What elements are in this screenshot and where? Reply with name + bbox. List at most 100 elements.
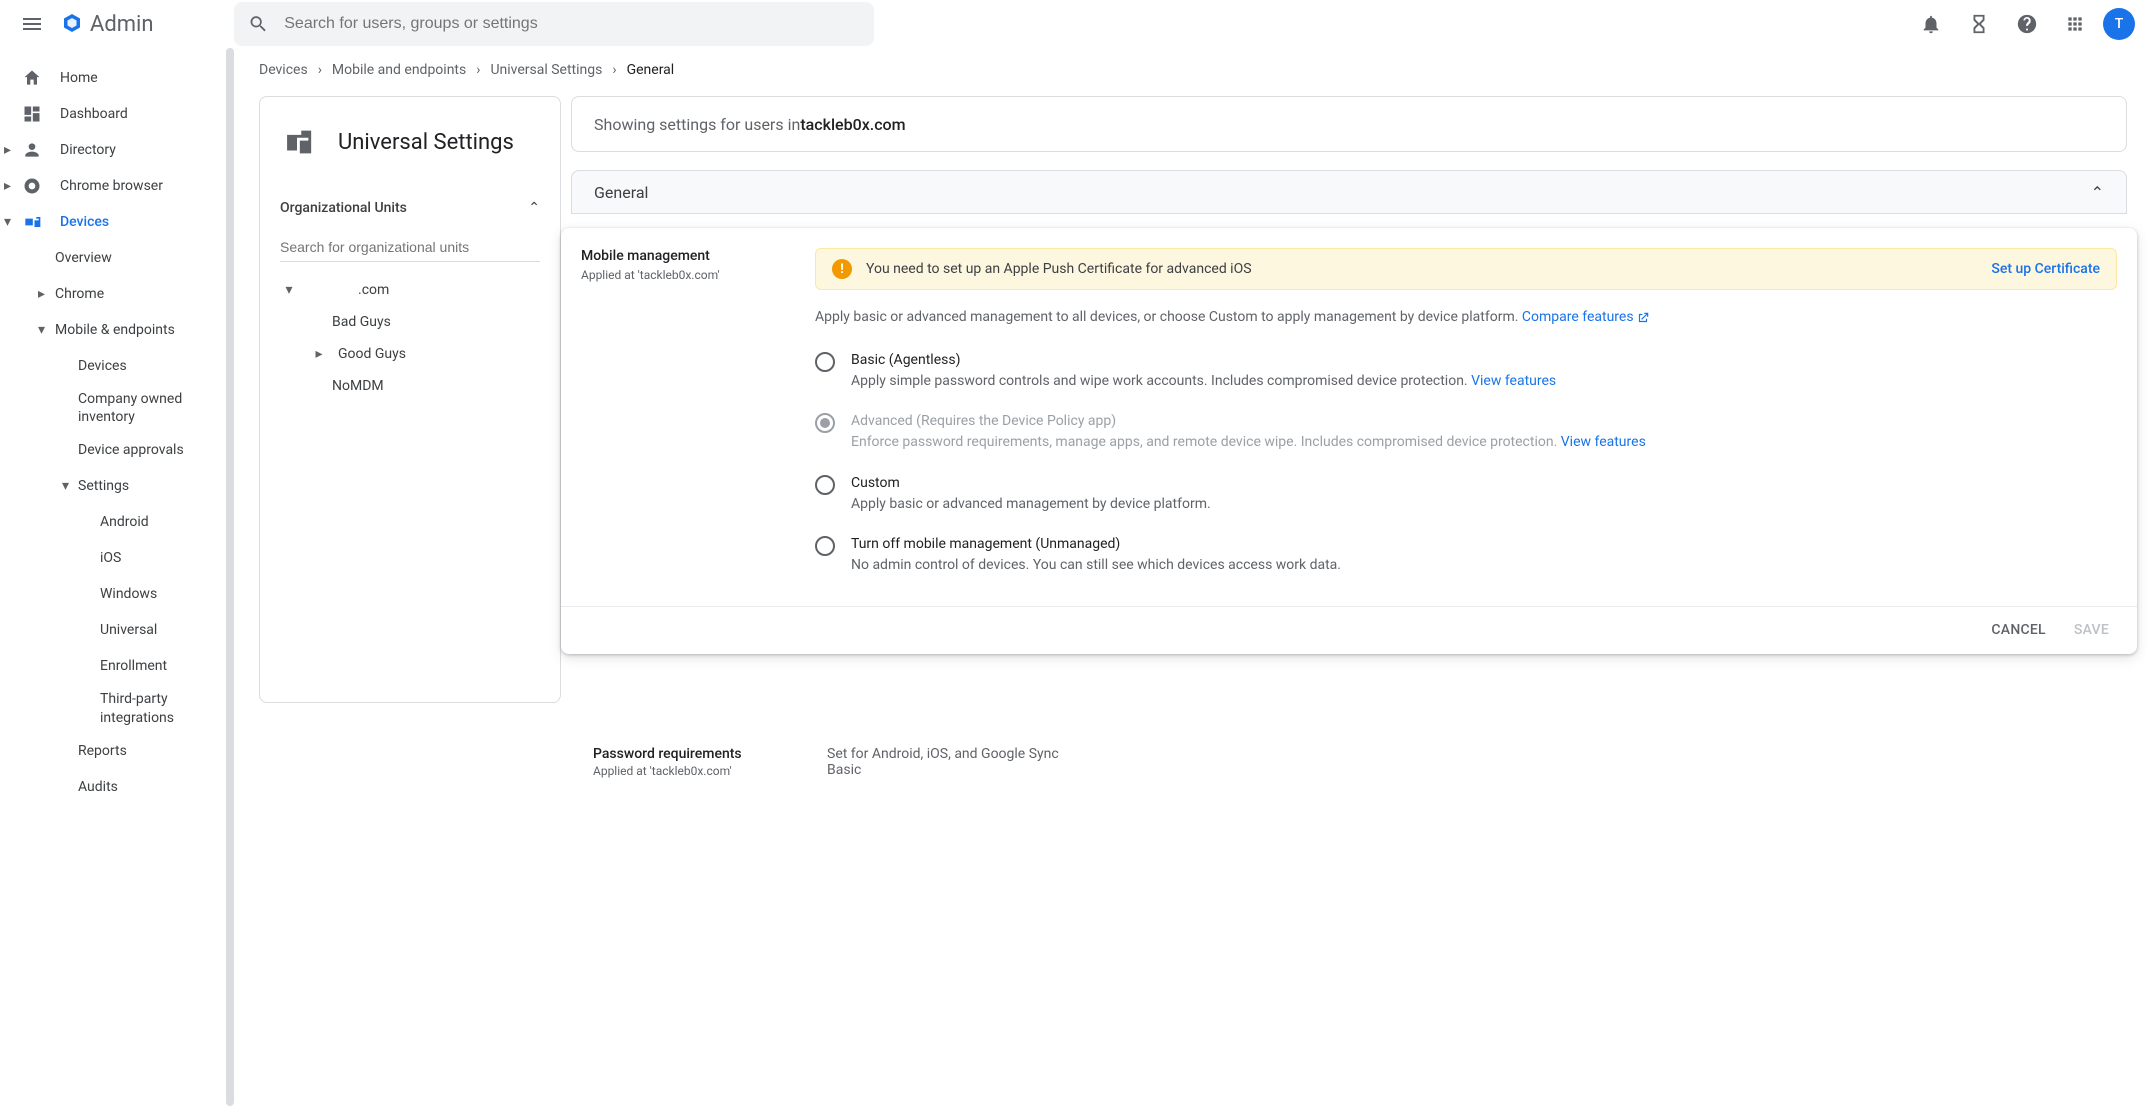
side-nav: Home Dashboard ▸Directory ▸Chrome browse…	[0, 48, 235, 1106]
setting-applied-at: Applied at 'tackleb0x.com'	[581, 268, 791, 282]
scope-domain: tackleb0x.com	[800, 115, 905, 134]
nav-directory[interactable]: ▸Directory	[0, 132, 234, 168]
radio-button[interactable]	[815, 475, 835, 495]
app-header: Admin T	[0, 0, 2151, 48]
admin-logo-icon	[60, 12, 84, 36]
chevron-right-icon: ▸	[4, 142, 11, 158]
compare-features-link[interactable]: Compare features	[1522, 309, 1650, 325]
bell-icon	[1920, 13, 1942, 35]
ou-tree: ▾.com Bad Guys ▸Good Guys NoMDM	[260, 270, 560, 702]
app-logo[interactable]: Admin	[60, 12, 154, 37]
app-name: Admin	[90, 12, 154, 37]
nav-overview[interactable]: Overview	[0, 240, 234, 276]
password-requirements-row[interactable]: Password requirements Applied at 'tackle…	[571, 732, 2127, 792]
devices-icon	[280, 125, 314, 159]
warning-icon: !	[832, 259, 852, 279]
nav-chrome[interactable]: ▸Chrome	[0, 276, 234, 312]
nav-home[interactable]: Home	[0, 60, 234, 96]
breadcrumb-item[interactable]: Universal Settings	[490, 62, 602, 78]
option-off[interactable]: Turn off mobile management (Unmanaged) N…	[815, 536, 2117, 576]
mobile-management-card: Mobile management Applied at 'tackleb0x.…	[561, 228, 2137, 654]
settings-panel: Showing settings for users in tackleb0x.…	[571, 96, 2127, 792]
nav-third-party[interactable]: Third-party integrations	[0, 684, 234, 732]
nav-chrome-browser[interactable]: ▸Chrome browser	[0, 168, 234, 204]
chevron-right-icon: ▸	[38, 286, 45, 302]
person-icon	[22, 140, 42, 160]
nav-dashboard[interactable]: Dashboard	[0, 96, 234, 132]
option-basic[interactable]: Basic (Agentless) Apply simple password …	[815, 352, 2117, 392]
chevron-right-icon: ›	[612, 62, 616, 78]
help-button[interactable]	[2007, 4, 2047, 44]
nav-universal[interactable]: Universal	[0, 612, 234, 648]
nav-audits[interactable]: Audits	[0, 769, 234, 805]
menu-button[interactable]	[8, 0, 56, 48]
nav-device-approvals[interactable]: Device approvals	[0, 432, 234, 468]
save-button[interactable]: SAVE	[2074, 622, 2109, 638]
search-icon	[248, 13, 269, 35]
view-features-link[interactable]: View features	[1561, 434, 1646, 450]
ou-search-input[interactable]	[280, 233, 540, 262]
nav-reports[interactable]: Reports	[0, 733, 234, 769]
apps-button[interactable]	[2055, 4, 2095, 44]
home-icon	[22, 68, 42, 88]
setting-title: Mobile management	[581, 248, 791, 264]
ou-section-toggle[interactable]: Organizational Units ⌃	[260, 187, 560, 229]
radio-button[interactable]	[815, 536, 835, 556]
option-custom[interactable]: Custom Apply basic or advanced managemen…	[815, 475, 2117, 515]
nav-devices[interactable]: ▾Devices	[0, 204, 234, 240]
breadcrumb-item[interactable]: Mobile and endpoints	[332, 62, 466, 78]
search-bar[interactable]	[234, 2, 874, 46]
chevron-right-icon: ▸	[310, 346, 328, 362]
nav-android[interactable]: Android	[0, 504, 234, 540]
nav-mobile-endpoints[interactable]: ▾Mobile & endpoints	[0, 312, 234, 348]
view-features-link[interactable]: View features	[1471, 373, 1556, 389]
ou-item[interactable]: ▸Good Guys	[260, 338, 560, 370]
nav-ios[interactable]: iOS	[0, 540, 234, 576]
breadcrumb: Devices › Mobile and endpoints › Univers…	[235, 48, 2151, 82]
external-link-icon	[1636, 311, 1650, 325]
main-content: Devices › Mobile and endpoints › Univers…	[235, 48, 2151, 1106]
chevron-down-icon: ▾	[62, 478, 69, 494]
nav-devices-sub[interactable]: Devices	[0, 348, 234, 384]
breadcrumb-item[interactable]: Devices	[259, 62, 308, 78]
nav-company-inventory[interactable]: Company owned inventory	[0, 384, 234, 432]
chevron-down-icon: ▾	[280, 282, 298, 298]
ou-item[interactable]: NoMDM	[260, 370, 560, 402]
ou-root[interactable]: ▾.com	[260, 274, 560, 306]
search-input[interactable]	[284, 15, 859, 33]
nav-settings[interactable]: ▾Settings	[0, 468, 234, 504]
help-icon	[2016, 13, 2038, 35]
chevron-up-icon: ⌃	[2091, 183, 2104, 202]
chevron-right-icon: ›	[318, 62, 322, 78]
notifications-button[interactable]	[1911, 4, 1951, 44]
panel-title: Universal Settings	[338, 130, 514, 155]
setting-description: Apply basic or advanced management to al…	[815, 308, 2117, 328]
devices-icon	[22, 212, 42, 232]
chrome-icon	[22, 176, 42, 196]
scope-card: Showing settings for users in tackleb0x.…	[571, 96, 2127, 152]
chevron-down-icon: ▾	[4, 214, 11, 230]
chevron-up-icon: ⌃	[528, 200, 540, 216]
tasks-button[interactable]	[1959, 4, 1999, 44]
nav-windows[interactable]: Windows	[0, 576, 234, 612]
option-advanced[interactable]: Advanced (Requires the Device Policy app…	[815, 413, 2117, 453]
radio-button[interactable]	[815, 413, 835, 433]
chevron-down-icon: ▾	[38, 322, 45, 338]
ou-item[interactable]: Bad Guys	[260, 306, 560, 338]
nav-enrollment[interactable]: Enrollment	[0, 648, 234, 684]
setting-title: Password requirements	[593, 746, 803, 762]
dashboard-icon	[22, 104, 42, 124]
chevron-right-icon: ▸	[4, 178, 11, 194]
management-options: Basic (Agentless) Apply simple password …	[815, 352, 2117, 576]
hamburger-icon	[20, 12, 44, 36]
apps-grid-icon	[2065, 14, 2085, 34]
setup-certificate-link[interactable]: Set up Certificate	[1991, 261, 2100, 277]
radio-button[interactable]	[815, 352, 835, 372]
account-avatar[interactable]: T	[2103, 8, 2135, 40]
cancel-button[interactable]: CANCEL	[1991, 622, 2045, 638]
header-actions: T	[1911, 4, 2143, 44]
breadcrumb-current: General	[627, 62, 675, 78]
chevron-right-icon: ›	[476, 62, 480, 78]
section-general-header[interactable]: General ⌃	[571, 170, 2127, 214]
setting-applied-at: Applied at 'tackleb0x.com'	[593, 764, 803, 778]
